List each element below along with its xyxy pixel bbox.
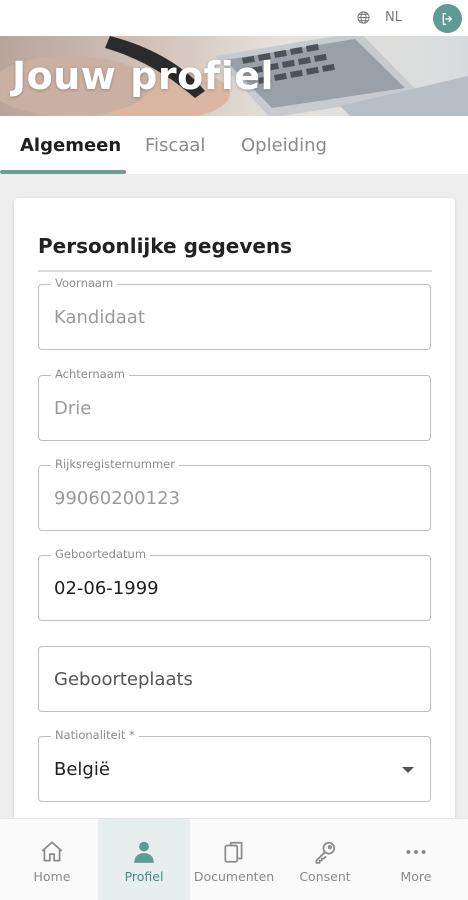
nav-documenten-label: Documenten: [193, 869, 275, 884]
language-selector[interactable]: NL: [356, 10, 402, 25]
last-name-label: Achternaam: [51, 367, 129, 381]
nav-home-label: Home: [33, 869, 71, 884]
first-name-value: Kandidaat: [54, 307, 145, 328]
birth-date-label: Geboortedatum: [51, 547, 151, 561]
last-name-field[interactable]: Achternaam Drie: [38, 367, 431, 441]
nav-more[interactable]: More: [370, 819, 462, 900]
tab-opleiding[interactable]: Opleiding: [241, 135, 327, 156]
tab-fiscaal[interactable]: Fiscaal: [145, 135, 205, 156]
tab-bar: Algemeen Fiscaal Opleiding: [0, 116, 468, 174]
last-name-value: Drie: [54, 398, 92, 419]
nationality-select[interactable]: Nationaliteit * België: [38, 728, 431, 802]
documents-icon: [224, 841, 243, 863]
nav-profiel[interactable]: Profiel: [98, 819, 190, 900]
nationality-label: Nationaliteit *: [51, 728, 139, 742]
nav-consent-label: Consent: [299, 869, 351, 884]
first-name-label: Voornaam: [51, 276, 118, 290]
birth-date-value: 02-06-1999: [54, 578, 159, 599]
nationality-value: België: [54, 759, 110, 780]
nav-profiel-label: Profiel: [124, 869, 164, 884]
language-code: NL: [385, 10, 402, 25]
section-title: Persoonlijke gegevens: [38, 234, 293, 258]
section-divider: [38, 270, 432, 272]
personal-info-card: Persoonlijke gegevens Voornaam Kandidaat…: [14, 198, 455, 818]
nav-documenten[interactable]: Documenten: [188, 819, 280, 900]
birth-place-field[interactable]: Geboorteplaats: [38, 646, 431, 712]
top-bar: NL: [0, 0, 468, 36]
person-icon: [134, 841, 154, 863]
nav-consent[interactable]: Consent: [279, 819, 371, 900]
more-icon: [406, 850, 426, 854]
page-title: Jouw profiel: [12, 54, 275, 98]
home-icon: [41, 841, 63, 862]
content-area: Persoonlijke gegevens Voornaam Kandidaat…: [0, 174, 468, 818]
nav-home[interactable]: Home: [6, 819, 98, 900]
national-number-label: Rijksregisternummer: [51, 457, 179, 471]
national-number-value: 99060200123: [54, 488, 180, 509]
key-icon: [315, 841, 336, 864]
tab-algemeen[interactable]: Algemeen: [20, 135, 121, 156]
hero-banner: Jouw profiel: [0, 36, 468, 116]
globe-icon: [357, 11, 370, 24]
national-number-field[interactable]: Rijksregisternummer 99060200123: [38, 457, 431, 531]
bottom-navigation: Home Profiel Documenten Consent More: [0, 818, 468, 900]
nav-more-label: More: [400, 869, 432, 884]
logout-icon: [442, 12, 452, 25]
birth-date-field[interactable]: Geboortedatum 02-06-1999: [38, 547, 431, 621]
first-name-field[interactable]: Voornaam Kandidaat: [38, 276, 431, 350]
dropdown-arrow-icon: [402, 767, 414, 773]
birth-place-placeholder: Geboorteplaats: [54, 669, 193, 690]
logout-button[interactable]: [433, 4, 462, 33]
